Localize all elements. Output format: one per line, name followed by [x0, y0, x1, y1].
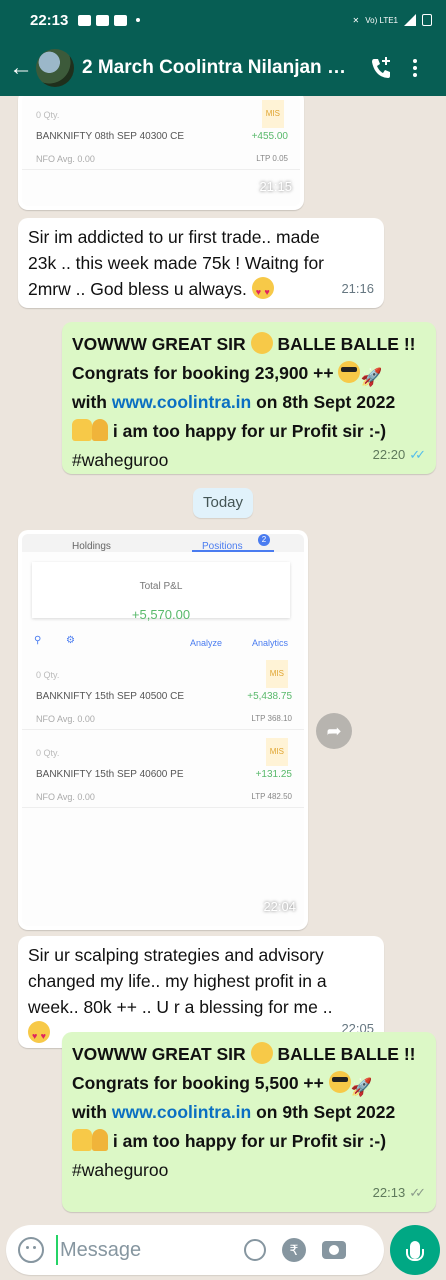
- youtube-icon: [96, 14, 110, 26]
- website-link[interactable]: www.coolintra.in: [112, 392, 251, 412]
- chat-title[interactable]: 2 March Coolintra Nilanjan V...: [82, 57, 352, 79]
- chat-area[interactable]: 0 Qty. MIS BANKNIFTY 08th SEP 40300 CE +…: [0, 96, 446, 1220]
- network-label: Vo) LTE1: [365, 15, 398, 25]
- ltp-value: LTP 368.10: [251, 714, 292, 723]
- chat-header: ← 2 March Coolintra Nilanjan V...: [0, 40, 446, 96]
- message-line: VOWWW GREAT SIR: [72, 1044, 246, 1064]
- forward-icon[interactable]: ➦: [316, 713, 352, 749]
- date-divider: Today: [193, 488, 253, 518]
- emoji-icon[interactable]: [18, 1237, 44, 1263]
- tab-positions: Positions: [202, 541, 243, 552]
- message-line: VOWWW GREAT SIR: [72, 334, 246, 354]
- read-ticks-icon: ✓✓: [409, 447, 426, 462]
- rocket-emoji-icon: 🚀: [350, 1077, 373, 1097]
- mic-icon: [406, 1241, 424, 1261]
- message-line: 2mrw .. God bless u always.: [28, 279, 247, 299]
- message-line: on 9th Sept 2022: [256, 1102, 396, 1122]
- segment-label: NFO Avg. 0.00: [36, 154, 95, 164]
- avatar[interactable]: [36, 49, 74, 87]
- position-row: 0 Qty. MIS BANKNIFTY 15th SEP 40500 CE +…: [22, 654, 304, 730]
- message-line: i am too happy for ur Profit sir :-): [112, 421, 387, 441]
- screenshot-toolbar: ⚲ ⚙ Analyze Analytics: [22, 626, 304, 648]
- tab-holdings: Holdings: [72, 541, 111, 552]
- sunglasses-emoji-icon: [328, 1071, 351, 1093]
- total-pnl-label: Total P&L: [139, 581, 183, 592]
- mute-icon: ✕: [352, 15, 360, 25]
- party-face-emoji-icon: [250, 332, 273, 354]
- positions-count-badge: 2: [258, 534, 270, 546]
- sunglasses-emoji-icon: [338, 361, 361, 383]
- heart-eyes-emoji-icon: [28, 1021, 50, 1049]
- position-row: 0 Qty. MIS BANKNIFTY 15th SEP 40600 PE +…: [22, 732, 304, 808]
- more-notifications-icon: [136, 18, 141, 22]
- outgoing-message[interactable]: VOWWW GREAT SIR BALLE BALLE !! Congrats …: [62, 1032, 436, 1212]
- incoming-message[interactable]: Sir im addicted to ur first trade.. made…: [18, 218, 384, 308]
- positions-screenshot: Holdings Positions 2 Total P&L +5,570.00…: [22, 534, 304, 926]
- notification-icons: [78, 14, 141, 26]
- message-time: 22:04: [263, 899, 296, 914]
- attach-icon[interactable]: [239, 1234, 271, 1266]
- position-row: 0 Qty. MIS BANKNIFTY 08th SEP 40300 CE +…: [22, 96, 300, 170]
- message-line: Sir im addicted to ur first trade.. made: [28, 227, 320, 247]
- message-line: changed my life.. my highest profit in a: [28, 971, 327, 991]
- message-time: 22:20: [372, 447, 406, 462]
- more-options-icon[interactable]: [412, 59, 418, 77]
- message-line: BALLE BALLE !!: [277, 334, 416, 354]
- raising-hands-emoji-icon: [72, 419, 92, 441]
- message-line: 23k .. this week made 75k ! Waitng for: [28, 253, 325, 273]
- website-link[interactable]: www.coolintra.in: [112, 1102, 251, 1122]
- camera-icon[interactable]: [322, 1241, 346, 1259]
- rocket-emoji-icon: 🚀: [360, 367, 383, 387]
- message-line: with: [72, 1102, 107, 1122]
- segment-label: NFO Avg. 0.00: [36, 792, 95, 802]
- image-message[interactable]: 0 Qty. MIS BANKNIFTY 08th SEP 40300 CE +…: [18, 96, 304, 210]
- segment-label: NFO Avg. 0.00: [36, 714, 95, 724]
- battery-icon: [422, 14, 432, 26]
- system-icons: ✕ Vo) LTE1: [353, 14, 432, 26]
- image-message[interactable]: Holdings Positions 2 Total P&L +5,570.00…: [18, 530, 308, 930]
- message-line: on 8th Sept 2022: [256, 392, 396, 412]
- party-face-emoji-icon: [250, 1042, 273, 1064]
- message-line: week.. 80k ++ .. U r a blessing for me .…: [28, 997, 333, 1017]
- message-input[interactable]: [56, 1235, 236, 1265]
- message-line: BALLE BALLE !!: [277, 1044, 416, 1064]
- message-box[interactable]: ₹: [6, 1225, 384, 1275]
- payment-rupee-icon[interactable]: ₹: [282, 1238, 306, 1262]
- total-pnl-card: Total P&L +5,570.00: [32, 562, 290, 622]
- positions-screenshot: 0 Qty. MIS BANKNIFTY 08th SEP 40300 CE +…: [22, 96, 300, 206]
- back-arrow-icon[interactable]: ←: [8, 56, 34, 80]
- message-time: 21:16: [341, 281, 374, 296]
- ltp-value: LTP 482.50: [251, 792, 292, 801]
- delivered-ticks-icon: ✓✓: [409, 1185, 426, 1200]
- raising-hands-emoji-icon: [72, 1129, 92, 1151]
- signal-icon: [404, 14, 416, 26]
- ltp-value: LTP 0.05: [256, 154, 288, 163]
- filter-icon: ⚙: [66, 635, 75, 646]
- folded-hands-emoji-icon: [92, 1129, 108, 1151]
- outgoing-message[interactable]: VOWWW GREAT SIR BALLE BALLE !! Congrats …: [62, 322, 436, 474]
- status-bar: 22:13 ✕ Vo) LTE1: [0, 0, 446, 40]
- voice-message-button[interactable]: [390, 1225, 440, 1275]
- search-icon: ⚲: [34, 635, 42, 646]
- screenshot-tabs: Holdings Positions 2: [22, 534, 304, 552]
- message-line: Congrats for booking 23,900 ++: [72, 363, 334, 383]
- folded-hands-emoji-icon: [92, 419, 108, 441]
- status-time: 22:13: [30, 11, 69, 29]
- message-line: Congrats for booking 5,500 ++: [72, 1073, 324, 1093]
- total-pnl-value: +5,570.00: [131, 607, 191, 622]
- message-line: i am too happy for ur Profit sir :-): [112, 1131, 387, 1151]
- heart-eyes-emoji-icon: [251, 277, 274, 305]
- composer: ₹: [0, 1220, 446, 1280]
- message-line: Sir ur scalping strategies and advisory: [28, 945, 324, 965]
- message-time: 21:15: [259, 179, 292, 194]
- add-call-icon[interactable]: [368, 55, 394, 81]
- analyze-label: Analyze: [190, 638, 223, 648]
- gallery-icon: [78, 14, 92, 26]
- message-line: with: [72, 392, 107, 412]
- analytics-label: Analytics: [252, 638, 289, 648]
- cloud-icon: [114, 14, 128, 26]
- message-time: 22:13: [372, 1185, 406, 1200]
